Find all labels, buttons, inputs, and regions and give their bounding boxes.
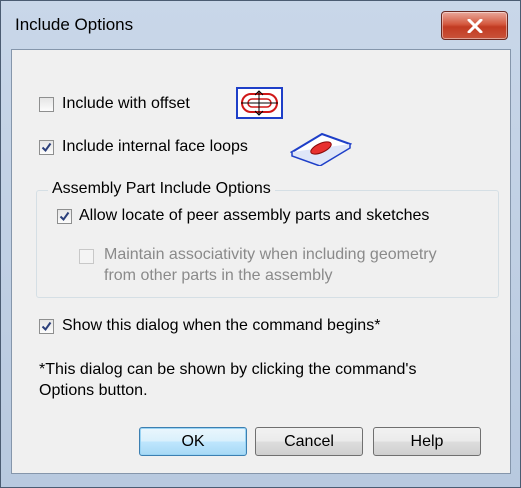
allow-locate-checkbox[interactable] <box>57 209 72 224</box>
allow-locate-label[interactable]: Allow locate of peer assembly parts and … <box>79 207 429 225</box>
maintain-associativity-label-line2: from other parts in the assembly <box>104 267 333 284</box>
checkmark-icon <box>41 142 52 153</box>
offset-icon <box>236 87 283 119</box>
group-title: Assembly Part Include Options <box>48 180 275 198</box>
include-offset-checkbox[interactable] <box>39 97 54 112</box>
cancel-button[interactable]: Cancel <box>255 427 363 456</box>
maintain-associativity-label-line1: Maintain associativity when including ge… <box>104 246 437 263</box>
close-button[interactable] <box>441 11 508 40</box>
show-dialog-label[interactable]: Show this dialog when the command begins… <box>62 317 380 335</box>
dialog-body: Include with offset Include internal fac… <box>11 49 511 474</box>
show-dialog-checkbox[interactable] <box>39 319 54 334</box>
note-line1: *This dialog can be shown by clicking th… <box>39 361 417 378</box>
internal-loops-checkbox[interactable] <box>39 140 54 155</box>
title-bar[interactable]: Include Options <box>1 1 520 51</box>
include-offset-label[interactable]: Include with offset <box>62 95 190 113</box>
help-button[interactable]: Help <box>373 427 481 456</box>
maintain-associativity-checkbox[interactable] <box>79 249 94 264</box>
internal-loops-label[interactable]: Include internal face loops <box>62 138 248 156</box>
checkmark-icon <box>59 211 70 222</box>
close-icon <box>467 18 482 33</box>
window-title: Include Options <box>15 15 134 34</box>
checkmark-icon <box>41 321 52 332</box>
face-loops-icon <box>290 132 352 166</box>
ok-button[interactable]: OK <box>139 427 247 456</box>
dialog-window: Include Options Include with offset Incl… <box>0 0 521 488</box>
note-line2: Options button. <box>39 382 148 399</box>
